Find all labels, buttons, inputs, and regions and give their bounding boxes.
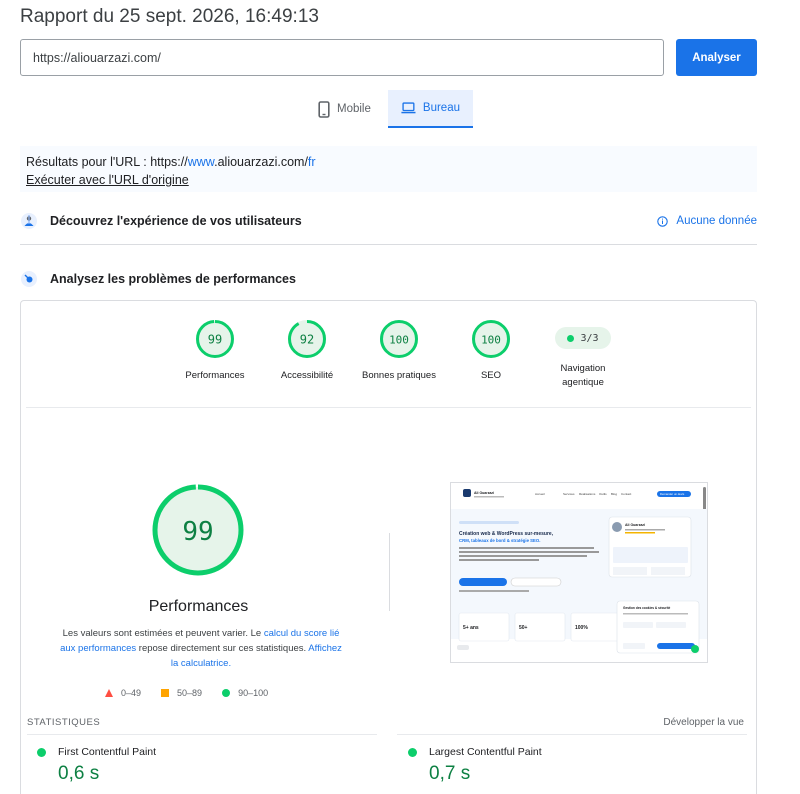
info-icon <box>657 215 669 227</box>
legend-good: 90–100 <box>222 688 268 698</box>
rerun-original-url-link[interactable]: Exécuter avec l'URL d'origine <box>26 173 189 187</box>
good-circle-icon <box>222 689 231 697</box>
lab-flask-icon <box>21 271 37 287</box>
poor-triangle-icon <box>105 689 113 697</box>
score-gauge: 99 <box>196 320 234 358</box>
gauge-label: Accessibilité <box>280 370 334 381</box>
shot-heading1: Création web & WordPress sur-mesure, <box>459 531 554 537</box>
shot-nav-1: Services <box>563 492 575 496</box>
results-prefix: Résultats pour l'URL : https:// <box>26 155 188 169</box>
metric-value: 0,7 s <box>429 763 471 784</box>
desc-part1: Les valeurs sont estimées et peuvent var… <box>62 628 264 639</box>
legend-average-label: 50–89 <box>177 688 203 698</box>
statistics-heading: STATISTIQUES <box>27 717 101 728</box>
desc-part2: repose directement sur ces statistiques. <box>136 643 309 654</box>
shot-stat-1: 50+ <box>519 625 528 631</box>
score-value: 99 <box>208 333 222 347</box>
analyze-button[interactable]: Analyser <box>676 39 757 76</box>
metric-value: 0,6 s <box>58 763 100 784</box>
results-url-middle: .aliouarzazi.com/ <box>214 155 308 169</box>
field-data-section: Découvrez l'expérience de vos utilisateu… <box>20 211 757 231</box>
shot-nav-3: Outils <box>599 492 607 496</box>
gauge-best-practices[interactable]: 100 Bonnes pratiques <box>353 319 445 390</box>
lab-data-section: Analysez les problèmes de performances <box>20 269 757 289</box>
gauge-seo[interactable]: 100 SEO <box>445 319 537 390</box>
vertical-separator <box>389 533 390 611</box>
main-score-value: 99 <box>182 517 213 547</box>
score-value: 92 <box>300 333 314 347</box>
shot-profile-name: Ali Ouarzazi <box>625 523 645 527</box>
score-legend: 0–49 50–89 90–100 <box>105 688 268 698</box>
score-gauge: 100 <box>380 320 418 358</box>
main-performance-label: Performances <box>148 598 249 615</box>
results-url-box: Résultats pour l'URL : https://www.aliou… <box>20 146 757 192</box>
score-description: Les valeurs sont estimées et peuvent var… <box>56 626 346 671</box>
gauge-label: Bonnes pratiques <box>362 370 436 381</box>
agentic-value: 3/3 <box>580 332 599 344</box>
stats-divider-left <box>27 734 377 735</box>
shot-logo: Ali Ouarzazi <box>474 491 494 495</box>
score-value: 100 <box>389 334 409 347</box>
agentic-label-line1: Navigation <box>560 363 606 374</box>
gauge-performance[interactable]: 99 Performances <box>169 319 261 390</box>
results-url-line: Résultats pour l'URL : https://www.aliou… <box>26 153 751 171</box>
metric-fcp: First Contentful Paint 0,6 s <box>37 746 156 785</box>
device-tabs: Mobile Bureau <box>305 90 473 128</box>
field-data-title: Découvrez l'expérience de vos utilisateu… <box>50 214 302 228</box>
gauge-label: SEO <box>480 370 502 381</box>
good-circle-icon <box>37 747 46 757</box>
no-data-label: Aucune donnée <box>676 215 757 227</box>
shot-stat-0: 5+ ans <box>463 625 479 631</box>
report-title: Rapport du 25 sept. 2026, 16:49:13 <box>20 6 319 27</box>
users-icon <box>21 213 37 229</box>
expand-view-toggle[interactable]: Développer la vue <box>663 717 744 728</box>
lab-data-title: Analysez les problèmes de performances <box>50 272 296 286</box>
gauge-agentic-navigation[interactable]: 3/3 Navigation agentique <box>537 319 629 390</box>
tab-mobile-label: Mobile <box>337 103 371 115</box>
results-url-lang: fr <box>307 155 316 169</box>
card-divider <box>26 407 751 408</box>
shot-nav-2: Réalisations <box>579 492 596 496</box>
legend-good-label: 90–100 <box>238 688 269 698</box>
no-data-indicator[interactable]: Aucune donnée <box>657 215 757 227</box>
section-divider <box>20 244 757 245</box>
agentic-score-pill: 3/3 <box>555 327 611 349</box>
results-url-www: www <box>187 155 215 169</box>
main-performance-gauge: 99 <box>152 484 244 576</box>
shot-heading2: CRM, tableaux de bord & stratégie SEO. <box>459 538 540 543</box>
category-gauges: 99 Performances 92 Accessibilité 100 Bon… <box>169 319 629 390</box>
tab-mobile[interactable]: Mobile <box>305 90 388 128</box>
score-gauge: 92 <box>288 320 326 358</box>
screenshot-image: Ali Ouarzazi Accueil Services Réalisatio… <box>451 483 707 662</box>
smartphone-icon <box>318 100 330 118</box>
score-value: 100 <box>481 334 501 347</box>
page-screenshot-thumbnail: Ali Ouarzazi Accueil Services Réalisatio… <box>450 482 708 663</box>
shot-cta: Demander un devis <box>660 492 685 496</box>
agentic-label-line2: agentique <box>562 377 604 388</box>
stats-divider-right <box>397 734 747 735</box>
tab-desktop-label: Bureau <box>422 102 460 114</box>
tab-desktop[interactable]: Bureau <box>388 90 473 128</box>
shot-nav-5: Contact <box>621 492 632 496</box>
legend-poor: 0–49 <box>105 688 141 698</box>
url-input[interactable] <box>20 39 664 76</box>
laptop-icon <box>401 102 416 114</box>
metric-name: First Contentful Paint <box>58 746 157 758</box>
gauge-label: Navigation agentique <box>561 362 606 390</box>
shot-nav-4: Blog <box>611 492 617 496</box>
metric-name: Largest Contentful Paint <box>429 746 542 758</box>
legend-poor-label: 0–49 <box>121 688 142 698</box>
performance-card: 99 Performances 92 Accessibilité 100 Bon… <box>20 300 757 794</box>
score-gauge: 100 <box>472 320 510 358</box>
shot-nav-0: Accueil <box>535 492 545 496</box>
legend-average: 50–89 <box>161 688 202 698</box>
gauge-accessibility[interactable]: 92 Accessibilité <box>261 319 353 390</box>
average-square-icon <box>161 689 170 697</box>
shot-cookie-title: Gestion des cookies & sécurité <box>623 606 671 610</box>
pass-dot-icon <box>567 334 575 342</box>
good-circle-icon <box>408 747 417 757</box>
metric-lcp: Largest Contentful Paint 0,7 s <box>408 746 542 785</box>
gauge-label: Performances <box>185 370 245 381</box>
shot-stat-2: 100% <box>575 625 588 631</box>
